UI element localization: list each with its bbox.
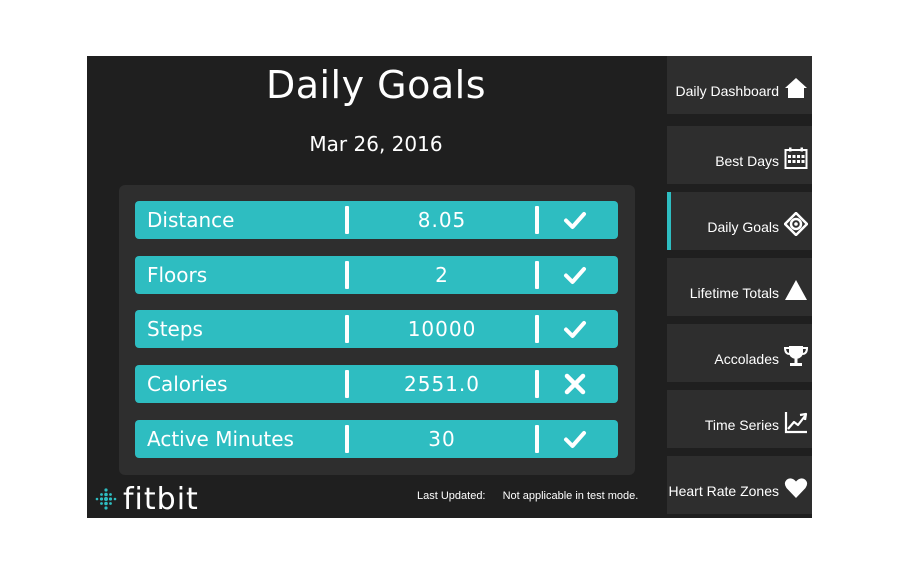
check-icon bbox=[564, 431, 586, 448]
sidebar-item-label: Best Days bbox=[715, 153, 779, 169]
sidebar-item-label: Time Series bbox=[704, 417, 779, 433]
sidebar-item-label: Lifetime Totals bbox=[689, 285, 779, 301]
heart-icon bbox=[784, 478, 808, 498]
goal-row-active-minutes: Active Minutes 30 bbox=[135, 420, 618, 458]
cross-icon bbox=[564, 373, 586, 395]
goal-value: 10000 bbox=[407, 317, 477, 341]
last-updated-label: Last Updated: bbox=[417, 490, 486, 502]
goal-name: Active Minutes bbox=[147, 427, 294, 451]
divider bbox=[535, 315, 539, 343]
sidebar-item-accolades[interactable]: Accolades bbox=[667, 324, 812, 382]
goal-row-distance: Distance 8.05 bbox=[135, 201, 618, 239]
check-icon bbox=[564, 267, 586, 284]
sidebar-item-label: Accolades bbox=[714, 351, 779, 367]
sidebar-item-daily-dashboard[interactable]: Daily Dashboard bbox=[667, 56, 812, 114]
goal-name: Distance bbox=[147, 208, 235, 232]
last-updated-value: Not applicable in test mode. bbox=[502, 490, 639, 502]
goal-value: 2 bbox=[435, 263, 449, 287]
goal-name: Steps bbox=[147, 317, 203, 341]
check-icon bbox=[564, 321, 586, 338]
sidebar-item-label: Daily Dashboard bbox=[675, 83, 780, 99]
sidebar-item-best-days[interactable]: Best Days bbox=[667, 126, 812, 184]
goal-value: 30 bbox=[428, 427, 456, 451]
last-updated: Last Updated: Not applicable in test mod… bbox=[417, 490, 638, 502]
sidebar-item-heart-rate-zones[interactable]: Heart Rate Zones bbox=[667, 456, 812, 514]
sidebar-item-daily-goals[interactable]: Daily Goals bbox=[667, 192, 812, 250]
divider bbox=[535, 370, 539, 398]
page-date: Mar 26, 2016 bbox=[309, 132, 443, 156]
divider bbox=[535, 425, 539, 453]
trophy-icon bbox=[784, 346, 808, 366]
sidebar-item-time-series[interactable]: Time Series bbox=[667, 390, 812, 448]
goal-value: 2551.0 bbox=[404, 372, 480, 396]
fitbit-app: Daily Goals Mar 26, 2016 Distance 8.05 F… bbox=[87, 56, 812, 518]
fitbit-logo: fitbit bbox=[95, 481, 199, 517]
divider bbox=[535, 206, 539, 234]
sidebar-item-lifetime-totals[interactable]: Lifetime Totals bbox=[667, 258, 812, 316]
chart-trend-icon bbox=[784, 412, 808, 434]
target-icon bbox=[784, 212, 808, 236]
triangle-icon bbox=[785, 280, 807, 300]
goal-row-floors: Floors 2 bbox=[135, 256, 618, 294]
fitbit-wordmark: fitbit bbox=[123, 481, 199, 517]
calendar-icon bbox=[784, 147, 808, 169]
home-icon bbox=[785, 78, 807, 98]
sidebar-item-label: Daily Goals bbox=[707, 219, 779, 235]
goal-row-steps: Steps 10000 bbox=[135, 310, 618, 348]
goal-name: Calories bbox=[147, 372, 228, 396]
divider bbox=[535, 261, 539, 289]
check-icon bbox=[564, 212, 586, 229]
goal-value: 8.05 bbox=[417, 208, 467, 232]
goal-name: Floors bbox=[147, 263, 208, 287]
fitbit-dots-icon bbox=[95, 488, 117, 510]
sidebar-item-label: Heart Rate Zones bbox=[668, 483, 780, 499]
sidebar-nav: Daily Dashboard Best Days Daily Goals Li… bbox=[667, 56, 812, 518]
page-title: Daily Goals bbox=[265, 63, 487, 107]
goal-row-calories: Calories 2551.0 bbox=[135, 365, 618, 403]
main-content: Daily Goals Mar 26, 2016 Distance 8.05 F… bbox=[87, 56, 665, 518]
goals-panel: Distance 8.05 Floors 2 Steps 10000 Calor… bbox=[119, 185, 635, 475]
